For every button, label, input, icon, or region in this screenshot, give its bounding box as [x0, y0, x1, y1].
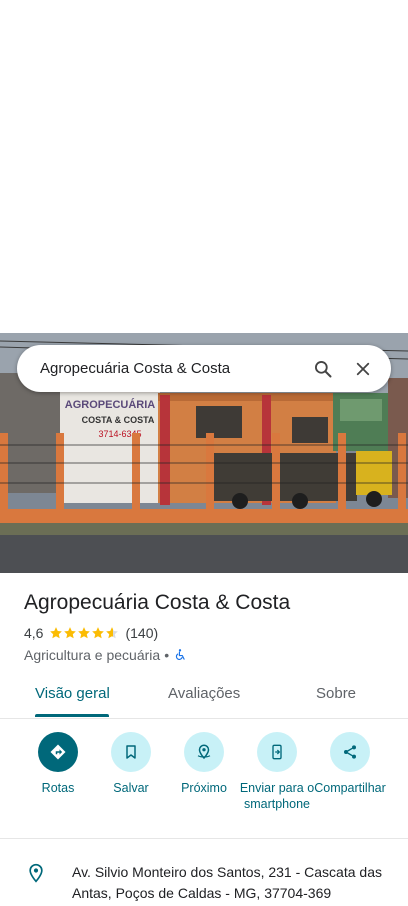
bookmark-icon	[126, 745, 136, 759]
send-to-phone-button[interactable]: Enviar para o smartphone	[237, 732, 317, 812]
send-to-phone-icon	[272, 744, 282, 760]
directions-button[interactable]: Rotas	[18, 732, 98, 796]
address-text: Av. Silvio Monteiro dos Santos, 231 - Ca…	[72, 864, 382, 901]
send-to-phone-label: Enviar para o smartphone	[239, 781, 315, 811]
search-input[interactable]: Agropecuária Costa & Costa	[40, 360, 309, 377]
action-bar: Rotas Salvar Próximo Enviar para o smart…	[0, 732, 408, 839]
category-row: Agricultura e pecuária •	[24, 647, 187, 663]
rating-value: 4,6	[24, 625, 44, 641]
tab-overview[interactable]: Visão geral	[35, 685, 110, 702]
tab-bar: Visão geral Avaliações Sobre	[0, 672, 408, 719]
share-label: Compartilhar	[314, 781, 386, 795]
search-bar[interactable]: Agropecuária Costa & Costa	[17, 345, 391, 392]
half-star-icon	[106, 627, 119, 639]
share-button[interactable]: Compartilhar	[310, 732, 390, 796]
close-icon	[356, 362, 370, 375]
nearby-button[interactable]: Próximo	[164, 732, 244, 796]
blank-area	[0, 0, 408, 333]
place-title: Agropecuária Costa & Costa	[24, 591, 291, 614]
star-icon	[78, 627, 91, 639]
directions-icon	[50, 744, 66, 760]
share-icon	[344, 745, 356, 759]
close-button[interactable]	[349, 355, 377, 383]
search-button[interactable]	[309, 355, 337, 383]
review-count[interactable]: (140)	[125, 625, 158, 641]
star-icon	[50, 627, 63, 639]
category-label: Agricultura e pecuária	[24, 647, 161, 663]
directions-label: Rotas	[41, 781, 75, 795]
active-tab-indicator	[35, 714, 109, 717]
address-row[interactable]: Av. Silvio Monteiro dos Santos, 231 - Ca…	[0, 852, 408, 906]
nearby-label: Próximo	[181, 781, 227, 795]
star-icon	[64, 627, 77, 639]
wheelchair-icon[interactable]	[173, 648, 187, 662]
nearby-icon	[197, 744, 211, 760]
save-button[interactable]: Salvar	[91, 732, 171, 796]
star-icon	[92, 627, 105, 639]
sign-text-1: AGROPECUÁRIA	[65, 398, 156, 411]
separator-dot: •	[164, 647, 170, 663]
location-pin-icon	[29, 863, 43, 883]
tab-reviews[interactable]: Avaliações	[168, 685, 240, 702]
star-rating	[49, 626, 119, 640]
tab-about[interactable]: Sobre	[316, 685, 356, 702]
sign-text-2: COSTA & COSTA	[82, 415, 155, 425]
save-label: Salvar	[113, 781, 149, 795]
rating-row[interactable]: 4,6 (140)	[24, 625, 158, 641]
search-icon	[315, 360, 332, 377]
